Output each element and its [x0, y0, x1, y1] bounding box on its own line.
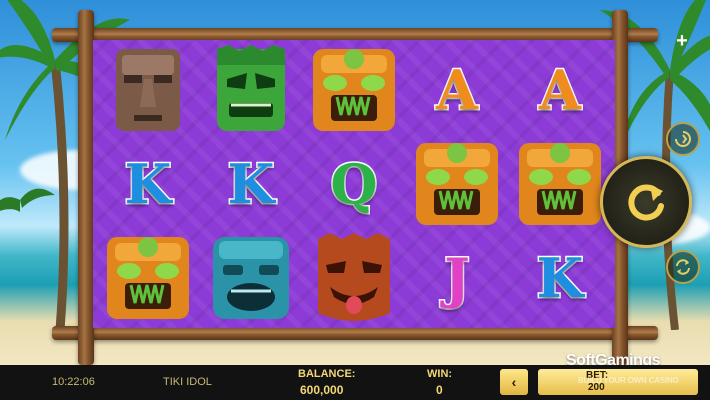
letter-k-icon: K [535, 246, 585, 310]
symbol-letter-a: A [407, 44, 507, 136]
balance-value: 600,000 [300, 383, 344, 397]
letter-q-icon: Q [329, 152, 379, 216]
bet-plus-button[interactable]: + [671, 30, 693, 52]
symbol-gold-tiki [304, 44, 404, 136]
symbol-gold-tiki [98, 232, 198, 324]
turbo-button[interactable] [666, 122, 700, 156]
symbol-gold-tiki [407, 138, 507, 230]
symbol-letter-a: A [510, 44, 610, 136]
win-value: 0 [436, 383, 443, 397]
letter-j-icon: J [443, 246, 472, 310]
symbol-letter-k: K [201, 138, 301, 230]
spin-arrow-icon [628, 184, 664, 221]
symbol-gold-tiki [510, 138, 610, 230]
autoplay-icon [676, 259, 690, 275]
bet-panel[interactable]: BET: 200 BUILD YOUR OWN CASINO [538, 369, 698, 395]
symbol-letter-q: Q [304, 138, 404, 230]
letter-a-icon: A [538, 58, 583, 122]
letter-a-icon: A [435, 58, 480, 122]
plus-icon: + [676, 29, 688, 52]
spin-button[interactable] [600, 156, 692, 248]
chevron-left-icon: ‹ [511, 374, 517, 390]
win-label: WIN: [427, 368, 453, 380]
balance-label: BALANCE: [298, 368, 356, 380]
symbol-green-tiki [201, 44, 301, 136]
symbol-letter-k: K [510, 232, 610, 324]
autoplay-button[interactable] [666, 250, 700, 284]
symbol-letter-k: K [98, 138, 198, 230]
symbol-blue-tiki [201, 232, 301, 324]
watermark-tagline: BUILD YOUR OWN CASINO [578, 376, 679, 385]
symbol-letter-j: J [407, 232, 507, 324]
game-title: TIKI IDOL [163, 376, 212, 388]
letter-k-icon: K [123, 152, 173, 216]
turbo-icon [675, 131, 691, 147]
frame-left-post [78, 10, 94, 365]
symbol-red-tiki [304, 232, 404, 324]
letter-k-icon: K [226, 152, 276, 216]
bet-decrease-button[interactable]: ‹ [500, 369, 528, 395]
game-scene: K K Q A J A K + [0, 0, 710, 365]
clock: 10:22:06 [52, 376, 95, 388]
frame-bottom [52, 326, 658, 340]
reel-board: K K Q A J A K [93, 40, 615, 328]
symbol-moai-idol [98, 44, 198, 136]
